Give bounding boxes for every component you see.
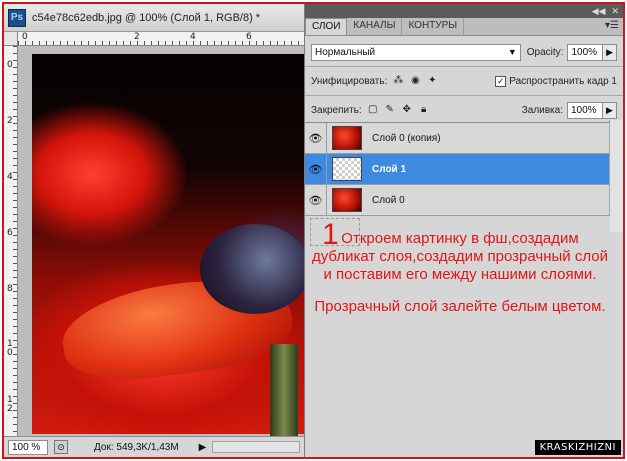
ruler-label: 8 bbox=[7, 284, 13, 294]
lock-pixels-icon[interactable]: ✎ bbox=[384, 104, 396, 116]
ruler-label: 1 0 bbox=[7, 339, 13, 358]
unify-row: Унифицировать: ⁂ ◉ ✦ ✓ Распространить ка… bbox=[305, 69, 623, 93]
layer-name: Слой 0 (копия) bbox=[372, 132, 441, 144]
status-options-icon[interactable]: ⊙ bbox=[54, 440, 68, 454]
ruler-origin[interactable] bbox=[4, 32, 18, 46]
chevron-down-icon: ▼ bbox=[507, 46, 517, 57]
ruler-label: 4 bbox=[7, 172, 13, 182]
instruction-text: Откроем картинку в фш,создадим дубликат … bbox=[310, 230, 610, 316]
propagate-label: Распространить кадр 1 bbox=[509, 75, 617, 87]
propagate-checkbox[interactable]: ✓ bbox=[495, 75, 507, 87]
status-menu-arrow-icon[interactable]: ▶ bbox=[199, 442, 207, 453]
blend-mode-select[interactable]: Нормальный ▼ bbox=[311, 43, 521, 61]
poppy-center bbox=[200, 224, 304, 314]
opacity-arrow-icon[interactable]: ▶ bbox=[603, 43, 617, 61]
layers-scrollbar[interactable] bbox=[609, 120, 623, 232]
ruler-label: 4 bbox=[190, 32, 196, 42]
ruler-label: 2 bbox=[7, 116, 13, 126]
document-title: c54e78c62edb.jpg @ 100% (Слой 1, RGB/8) … bbox=[32, 11, 261, 24]
vertical-ruler[interactable]: 0 2 4 6 8 1 0 1 2 bbox=[4, 46, 18, 436]
horizontal-ruler[interactable]: 0 2 4 6 bbox=[18, 32, 304, 46]
poppy-stem bbox=[270, 344, 298, 436]
unify-style-icon[interactable]: ✦ bbox=[426, 75, 438, 87]
close-panel-icon[interactable]: ✕ bbox=[611, 6, 619, 17]
layer-row-selected[interactable]: 👁︎ Слой 1 bbox=[305, 153, 623, 185]
watermark-label: KRASKIZHIZNI bbox=[534, 440, 621, 455]
ruler-label: 0 bbox=[7, 60, 13, 70]
layer-name: Слой 0 bbox=[372, 194, 405, 206]
ruler-label: 6 bbox=[246, 32, 252, 42]
tab-paths[interactable]: КОНТУРЫ bbox=[402, 18, 465, 35]
lock-position-icon[interactable]: ✥ bbox=[401, 104, 413, 116]
document-titlebar[interactable]: Ps c54e78c62edb.jpg @ 100% (Слой 1, RGB/… bbox=[4, 4, 304, 32]
layers-list: 👁︎ Слой 0 (копия) 👁︎ Слой 1 👁︎ Слой 0 bbox=[305, 122, 623, 216]
eye-icon[interactable]: 👁︎ bbox=[305, 122, 327, 154]
fill-arrow-icon[interactable]: ▶ bbox=[603, 101, 617, 119]
ruler-label: 2 bbox=[134, 32, 140, 42]
divider bbox=[305, 66, 623, 67]
layer-row[interactable]: 👁︎ Слой 0 bbox=[305, 184, 623, 216]
eye-icon[interactable]: 👁︎ bbox=[305, 184, 327, 216]
opacity-input[interactable]: 100% bbox=[567, 43, 604, 61]
panel-header-bar[interactable]: ◀◀ ✕ bbox=[305, 4, 623, 18]
tab-layers[interactable]: СЛОИ bbox=[305, 18, 348, 35]
document-statusbar: 100 % ⊙ Док: 549,3K/1,43M ▶ bbox=[4, 436, 304, 457]
instruction-paragraph: Прозрачный слой залейте белым цветом. bbox=[314, 298, 606, 315]
zoom-field[interactable]: 100 % bbox=[8, 439, 48, 455]
fill-input[interactable]: 100% bbox=[567, 101, 603, 119]
collapse-icon[interactable]: ◀◀ bbox=[592, 6, 606, 17]
divider bbox=[305, 95, 623, 96]
layer-thumbnail bbox=[332, 157, 362, 181]
lock-fill-row: Закрепить: ▢ ✎ ✥ 🔒︎ Заливка: 100% ▶ bbox=[305, 98, 623, 122]
document-size-info[interactable]: Док: 549,3K/1,43M bbox=[94, 442, 179, 453]
flower-photo bbox=[32, 54, 304, 436]
unify-position-icon[interactable]: ⁂ bbox=[392, 75, 404, 87]
blend-opacity-row: Нормальный ▼ Opacity: 100% ▶ bbox=[305, 40, 623, 64]
photoshop-icon: Ps bbox=[8, 8, 26, 27]
ruler-label: 1 2 bbox=[7, 395, 13, 414]
lock-all-icon[interactable]: 🔒︎ bbox=[418, 104, 430, 116]
eye-icon[interactable]: 👁︎ bbox=[305, 153, 327, 185]
ruler-label: 0 bbox=[22, 32, 28, 42]
layer-name: Слой 1 bbox=[372, 163, 407, 175]
ruler-label: 6 bbox=[7, 228, 13, 238]
unify-visibility-icon[interactable]: ◉ bbox=[409, 75, 421, 87]
layer-thumbnail bbox=[332, 126, 362, 150]
unify-label: Унифицировать: bbox=[311, 75, 388, 87]
document-canvas[interactable] bbox=[18, 46, 304, 436]
horizontal-scrollbar[interactable] bbox=[212, 441, 300, 453]
fill-label: Заливка: bbox=[521, 104, 563, 116]
screenshot-frame: Ps c54e78c62edb.jpg @ 100% (Слой 1, RGB/… bbox=[2, 2, 625, 459]
instruction-paragraph: Откроем картинку в фш,создадим дубликат … bbox=[311, 230, 608, 283]
panel-tabs: СЛОИ КАНАЛЫ КОНТУРЫ ▾☰ bbox=[305, 18, 623, 36]
lock-transparency-icon[interactable]: ▢ bbox=[367, 104, 379, 116]
layer-row[interactable]: 👁︎ Слой 0 (копия) bbox=[305, 122, 623, 154]
lock-label: Закрепить: bbox=[311, 104, 362, 116]
opacity-label: Opacity: bbox=[526, 46, 564, 58]
blend-mode-value: Нормальный bbox=[315, 46, 376, 58]
tab-channels[interactable]: КАНАЛЫ bbox=[347, 18, 403, 35]
layer-thumbnail bbox=[332, 188, 362, 212]
panel-menu-icon[interactable]: ▾☰ bbox=[605, 20, 619, 31]
